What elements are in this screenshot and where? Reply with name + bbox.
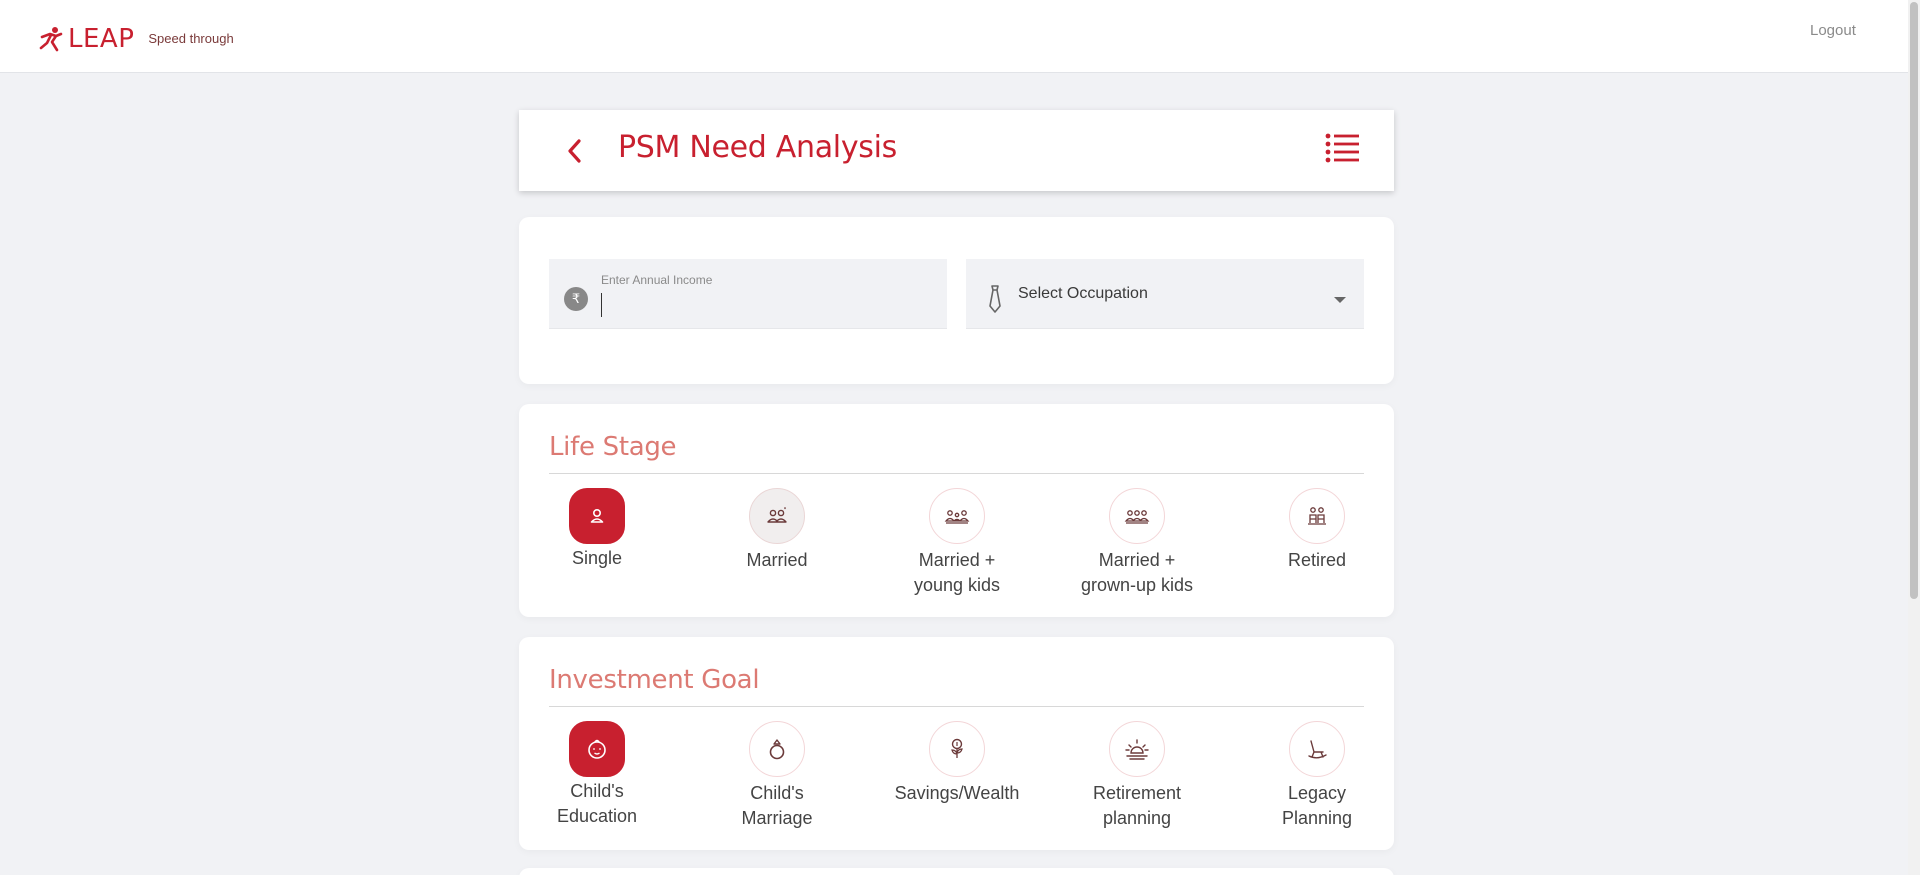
next-section-card: [519, 868, 1394, 875]
life-stage-option-married-young-kids[interactable]: Married + young kids: [882, 488, 1032, 598]
option-label: Married + young kids: [913, 550, 1001, 595]
goal-option-retirement-planning[interactable]: Retirement planning: [1062, 721, 1212, 831]
caret-down-icon: [1334, 297, 1346, 303]
back-button[interactable]: [559, 134, 589, 168]
top-bar: LEAP Speed through Logout: [0, 0, 1920, 73]
life-stage-card: Life Stage Single Married Married + young…: [519, 404, 1394, 617]
sunset-icon: [1109, 721, 1165, 777]
scrollbar-thumb[interactable]: [1910, 2, 1918, 599]
investment-goal-card: Investment Goal Child's Education Child's…: [519, 637, 1394, 850]
income-occupation-card: ₹ Enter Annual Income Select Occupation: [519, 217, 1394, 384]
divider: [549, 706, 1364, 707]
ring-icon: [749, 721, 805, 777]
option-label: Married: [746, 550, 808, 570]
goal-option-legacy-planning[interactable]: Legacy Planning: [1242, 721, 1392, 831]
option-label: Savings/Wealth: [894, 783, 1020, 803]
divider: [549, 473, 1364, 474]
option-label: Child's Marriage: [741, 783, 813, 828]
runner-logo-icon: [39, 27, 63, 52]
menu-button[interactable]: [1325, 130, 1361, 166]
goal-option-savings-wealth[interactable]: Savings/Wealth: [882, 721, 1032, 806]
page-title: PSM Need Analysis: [618, 130, 897, 165]
chevron-left-icon: [568, 139, 581, 163]
list-menu-icon: [1325, 133, 1359, 163]
option-label: Child's Education: [556, 781, 638, 826]
rocking-chair-icon: [1289, 721, 1345, 777]
logo[interactable]: LEAP Speed through: [38, 26, 234, 52]
life-stage-option-married-grown-kids[interactable]: Married + grown-up kids: [1062, 488, 1212, 598]
occupation-value: Select Occupation: [1018, 285, 1148, 302]
goal-option-childs-marriage[interactable]: Child's Marriage: [702, 721, 852, 831]
annual-income-field[interactable]: ₹ Enter Annual Income: [549, 259, 947, 329]
elderly-couple-icon: [1289, 488, 1345, 544]
option-label: Married + grown-up kids: [1080, 550, 1194, 595]
life-stage-option-married[interactable]: Married: [702, 488, 852, 573]
page-header: PSM Need Analysis: [519, 110, 1394, 191]
money-plant-icon: [929, 721, 985, 777]
option-label: Legacy Planning: [1281, 783, 1353, 828]
person-icon: [569, 488, 625, 544]
brand-name: LEAP: [68, 24, 135, 54]
goal-option-childs-education[interactable]: Child's Education: [522, 721, 672, 829]
option-label: Retired: [1287, 550, 1347, 570]
rupee-icon: ₹: [564, 287, 588, 311]
investment-goal-title: Investment Goal: [549, 665, 760, 695]
life-stage-option-single[interactable]: Single: [522, 488, 672, 571]
life-stage-title: Life Stage: [549, 432, 677, 462]
occupation-select[interactable]: Select Occupation: [966, 259, 1364, 329]
annual-income-label: Enter Annual Income: [601, 273, 713, 287]
couple-icon: [749, 488, 805, 544]
brand-tagline: Speed through: [148, 31, 234, 46]
life-stage-option-retired[interactable]: Retired: [1242, 488, 1392, 573]
annual-income-input[interactable]: [601, 293, 931, 317]
option-label: Retirement planning: [1092, 783, 1182, 828]
tie-icon: [989, 285, 1001, 313]
child-face-icon: [569, 721, 625, 777]
family-grown-kids-icon: [1109, 488, 1165, 544]
family-young-kids-icon: [929, 488, 985, 544]
logout-link[interactable]: Logout: [1810, 22, 1856, 39]
option-label: Single: [571, 548, 623, 568]
